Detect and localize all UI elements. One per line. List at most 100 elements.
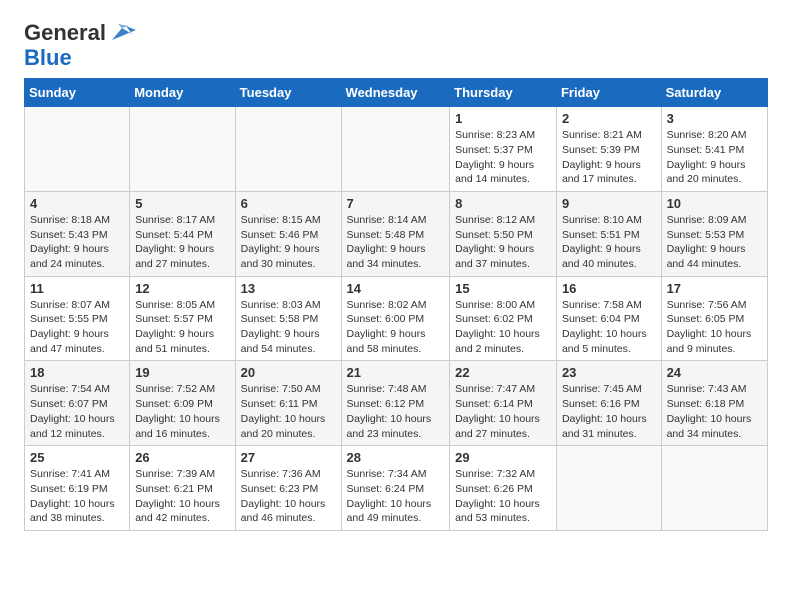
calendar-cell: 16 Sunrise: 7:58 AM Sunset: 6:04 PM Dayli…: [556, 276, 661, 361]
calendar-cell: 19 Sunrise: 7:52 AM Sunset: 6:09 PM Dayli…: [130, 361, 235, 446]
day-number: 5: [135, 196, 229, 211]
day-number: 4: [30, 196, 124, 211]
day-number: 8: [455, 196, 551, 211]
day-info: Sunrise: 7:58 AM Sunset: 6:04 PM Dayligh…: [562, 298, 656, 357]
calendar-week-row: 18Sunrise: 7:54 AM Sunset: 6:07 PM Dayli…: [25, 361, 768, 446]
day-info: Sunrise: 7:41 AM Sunset: 6:19 PM Dayligh…: [30, 467, 124, 526]
day-number: 17: [667, 281, 762, 296]
calendar-cell: 8 Sunrise: 8:12 AM Sunset: 5:50 PM Daylig…: [450, 191, 557, 276]
day-number: 23: [562, 365, 656, 380]
weekday-tuesday: Tuesday: [235, 79, 341, 107]
day-info: Sunrise: 8:03 AM Sunset: 5:58 PM Dayligh…: [241, 298, 336, 357]
day-info: Sunrise: 7:45 AM Sunset: 6:16 PM Dayligh…: [562, 382, 656, 441]
day-number: 14: [347, 281, 445, 296]
calendar-cell: 14Sunrise: 8:02 AM Sunset: 6:00 PM Dayli…: [341, 276, 450, 361]
calendar-cell: 22 Sunrise: 7:47 AM Sunset: 6:14 PM Dayli…: [450, 361, 557, 446]
calendar-cell: 2Sunrise: 8:21 AM Sunset: 5:39 PM Daylig…: [556, 107, 661, 192]
calendar-cell: 13 Sunrise: 8:03 AM Sunset: 5:58 PM Dayli…: [235, 276, 341, 361]
day-info: Sunrise: 8:15 AM Sunset: 5:46 PM Dayligh…: [241, 213, 336, 272]
day-info: Sunrise: 8:12 AM Sunset: 5:50 PM Dayligh…: [455, 213, 551, 272]
day-info: Sunrise: 7:32 AM Sunset: 6:26 PM Dayligh…: [455, 467, 551, 526]
page-header: General Blue: [24, 20, 768, 70]
calendar-cell: 17 Sunrise: 7:56 AM Sunset: 6:05 PM Dayli…: [661, 276, 767, 361]
day-number: 26: [135, 450, 229, 465]
day-number: 19: [135, 365, 229, 380]
day-info: Sunrise: 8:05 AM Sunset: 5:57 PM Dayligh…: [135, 298, 229, 357]
day-info: Sunrise: 7:36 AM Sunset: 6:23 PM Dayligh…: [241, 467, 336, 526]
day-info: Sunrise: 7:39 AM Sunset: 6:21 PM Dayligh…: [135, 467, 229, 526]
day-info: Sunrise: 7:47 AM Sunset: 6:14 PM Dayligh…: [455, 382, 551, 441]
day-number: 28: [347, 450, 445, 465]
calendar-week-row: 25 Sunrise: 7:41 AM Sunset: 6:19 PM Dayli…: [25, 446, 768, 531]
day-info: Sunrise: 8:09 AM Sunset: 5:53 PM Dayligh…: [667, 213, 762, 272]
calendar-cell: 3 Sunrise: 8:20 AM Sunset: 5:41 PM Daylig…: [661, 107, 767, 192]
calendar-cell: 28 Sunrise: 7:34 AM Sunset: 6:24 PM Dayli…: [341, 446, 450, 531]
calendar-cell: 27 Sunrise: 7:36 AM Sunset: 6:23 PM Dayli…: [235, 446, 341, 531]
day-info: Sunrise: 8:10 AM Sunset: 5:51 PM Dayligh…: [562, 213, 656, 272]
calendar-cell: 15 Sunrise: 8:00 AM Sunset: 6:02 PM Dayli…: [450, 276, 557, 361]
day-info: Sunrise: 8:07 AM Sunset: 5:55 PM Dayligh…: [30, 298, 124, 357]
calendar-cell: 1Sunrise: 8:23 AM Sunset: 5:37 PM Daylig…: [450, 107, 557, 192]
weekday-sunday: Sunday: [25, 79, 130, 107]
calendar-body: 1Sunrise: 8:23 AM Sunset: 5:37 PM Daylig…: [25, 107, 768, 531]
calendar-table: SundayMondayTuesdayWednesdayThursdayFrid…: [24, 78, 768, 531]
day-info: Sunrise: 8:00 AM Sunset: 6:02 PM Dayligh…: [455, 298, 551, 357]
calendar-cell: 4 Sunrise: 8:18 AM Sunset: 5:43 PM Daylig…: [25, 191, 130, 276]
day-number: 24: [667, 365, 762, 380]
day-info: Sunrise: 7:34 AM Sunset: 6:24 PM Dayligh…: [347, 467, 445, 526]
calendar-cell: [661, 446, 767, 531]
day-number: 15: [455, 281, 551, 296]
day-info: Sunrise: 8:18 AM Sunset: 5:43 PM Dayligh…: [30, 213, 124, 272]
calendar-cell: 29 Sunrise: 7:32 AM Sunset: 6:26 PM Dayli…: [450, 446, 557, 531]
weekday-friday: Friday: [556, 79, 661, 107]
logo-blue: Blue: [24, 46, 136, 70]
calendar-week-row: 1Sunrise: 8:23 AM Sunset: 5:37 PM Daylig…: [25, 107, 768, 192]
weekday-saturday: Saturday: [661, 79, 767, 107]
calendar-cell: 6 Sunrise: 8:15 AM Sunset: 5:46 PM Daylig…: [235, 191, 341, 276]
calendar-cell: 21Sunrise: 7:48 AM Sunset: 6:12 PM Dayli…: [341, 361, 450, 446]
day-info: Sunrise: 8:17 AM Sunset: 5:44 PM Dayligh…: [135, 213, 229, 272]
day-number: 6: [241, 196, 336, 211]
day-number: 29: [455, 450, 551, 465]
calendar-cell: [235, 107, 341, 192]
day-number: 27: [241, 450, 336, 465]
weekday-thursday: Thursday: [450, 79, 557, 107]
calendar-cell: 18Sunrise: 7:54 AM Sunset: 6:07 PM Dayli…: [25, 361, 130, 446]
calendar-cell: [341, 107, 450, 192]
calendar-cell: 5 Sunrise: 8:17 AM Sunset: 5:44 PM Daylig…: [130, 191, 235, 276]
calendar-cell: [130, 107, 235, 192]
day-info: Sunrise: 8:23 AM Sunset: 5:37 PM Dayligh…: [455, 128, 551, 187]
day-number: 25: [30, 450, 124, 465]
weekday-wednesday: Wednesday: [341, 79, 450, 107]
weekday-monday: Monday: [130, 79, 235, 107]
day-info: Sunrise: 7:52 AM Sunset: 6:09 PM Dayligh…: [135, 382, 229, 441]
day-info: Sunrise: 7:43 AM Sunset: 6:18 PM Dayligh…: [667, 382, 762, 441]
logo: General Blue: [24, 20, 136, 70]
day-number: 7: [347, 196, 445, 211]
day-number: 16: [562, 281, 656, 296]
day-number: 11: [30, 281, 124, 296]
day-number: 9: [562, 196, 656, 211]
calendar-cell: [556, 446, 661, 531]
day-number: 3: [667, 111, 762, 126]
day-info: Sunrise: 7:56 AM Sunset: 6:05 PM Dayligh…: [667, 298, 762, 357]
day-number: 10: [667, 196, 762, 211]
calendar-cell: [25, 107, 130, 192]
calendar-week-row: 4 Sunrise: 8:18 AM Sunset: 5:43 PM Daylig…: [25, 191, 768, 276]
day-number: 12: [135, 281, 229, 296]
day-info: Sunrise: 8:14 AM Sunset: 5:48 PM Dayligh…: [347, 213, 445, 272]
calendar-week-row: 11 Sunrise: 8:07 AM Sunset: 5:55 PM Dayli…: [25, 276, 768, 361]
calendar-cell: 7 Sunrise: 8:14 AM Sunset: 5:48 PM Daylig…: [341, 191, 450, 276]
day-info: Sunrise: 8:21 AM Sunset: 5:39 PM Dayligh…: [562, 128, 656, 187]
calendar-cell: 24 Sunrise: 7:43 AM Sunset: 6:18 PM Dayli…: [661, 361, 767, 446]
calendar-cell: 20Sunrise: 7:50 AM Sunset: 6:11 PM Dayli…: [235, 361, 341, 446]
day-info: Sunrise: 7:54 AM Sunset: 6:07 PM Dayligh…: [30, 382, 124, 441]
day-info: Sunrise: 8:20 AM Sunset: 5:41 PM Dayligh…: [667, 128, 762, 187]
calendar-cell: 11 Sunrise: 8:07 AM Sunset: 5:55 PM Dayli…: [25, 276, 130, 361]
day-number: 21: [347, 365, 445, 380]
calendar-cell: 12 Sunrise: 8:05 AM Sunset: 5:57 PM Dayli…: [130, 276, 235, 361]
day-number: 13: [241, 281, 336, 296]
logo-general: General: [24, 20, 106, 45]
calendar-cell: 10 Sunrise: 8:09 AM Sunset: 5:53 PM Dayli…: [661, 191, 767, 276]
day-number: 22: [455, 365, 551, 380]
